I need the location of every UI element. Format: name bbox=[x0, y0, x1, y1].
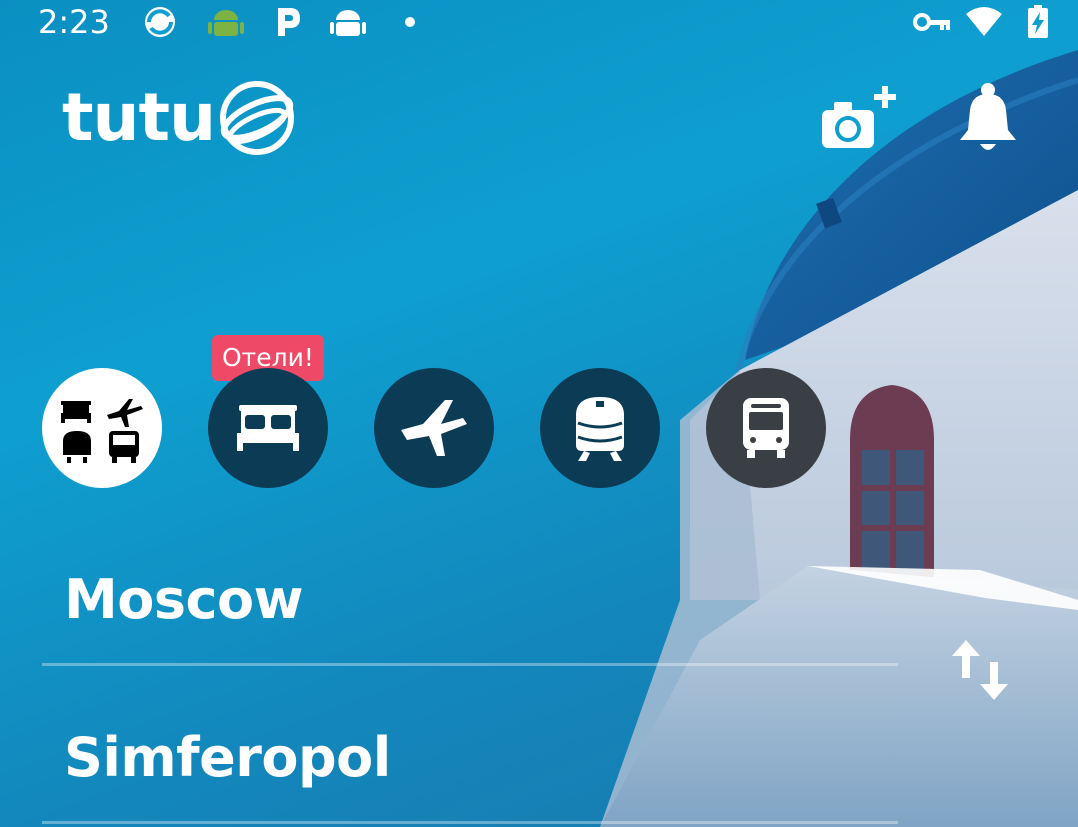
add-photo-icon bbox=[822, 86, 896, 148]
category-hotels-button[interactable] bbox=[208, 368, 328, 488]
parking-icon bbox=[278, 8, 300, 36]
android-robot-icon bbox=[330, 10, 366, 36]
tutu-logo: tutu bbox=[62, 78, 299, 158]
category-selector bbox=[42, 368, 842, 490]
to-city-value: Simferopol bbox=[64, 726, 391, 789]
swap-cities-button[interactable] bbox=[944, 632, 1020, 708]
to-city-field[interactable]: Simferopol bbox=[42, 704, 898, 824]
bus-icon bbox=[743, 398, 789, 458]
globe-logo-icon bbox=[220, 81, 295, 155]
airplane-icon bbox=[401, 400, 467, 456]
bed-icon bbox=[237, 405, 299, 451]
all-transport-icon bbox=[61, 399, 143, 463]
add-photo-button[interactable] bbox=[816, 80, 906, 170]
status-time: 2:23 bbox=[38, 3, 110, 41]
swap-vertical-icon bbox=[952, 640, 1008, 700]
from-field-divider bbox=[42, 663, 898, 666]
category-buses-button[interactable] bbox=[706, 368, 826, 488]
category-all-button[interactable] bbox=[42, 368, 162, 488]
logo-text: tutu bbox=[62, 79, 216, 156]
vpn-key-icon bbox=[913, 13, 950, 31]
to-field-divider bbox=[42, 821, 898, 824]
notification-button[interactable] bbox=[940, 76, 1030, 166]
notification-bell-icon bbox=[960, 83, 1016, 150]
sync-icon bbox=[145, 7, 175, 37]
from-city-value: Moscow bbox=[64, 568, 303, 631]
status-bar: 2:23 bbox=[0, 0, 1078, 44]
wifi-icon bbox=[966, 7, 1002, 36]
dot-icon bbox=[405, 17, 415, 27]
android-icon bbox=[208, 10, 244, 36]
battery-charging-icon bbox=[1028, 5, 1048, 38]
from-city-field[interactable]: Moscow bbox=[42, 546, 898, 666]
category-trains-button[interactable] bbox=[540, 368, 660, 488]
category-flights-button[interactable] bbox=[374, 368, 494, 488]
train-icon bbox=[576, 397, 624, 461]
